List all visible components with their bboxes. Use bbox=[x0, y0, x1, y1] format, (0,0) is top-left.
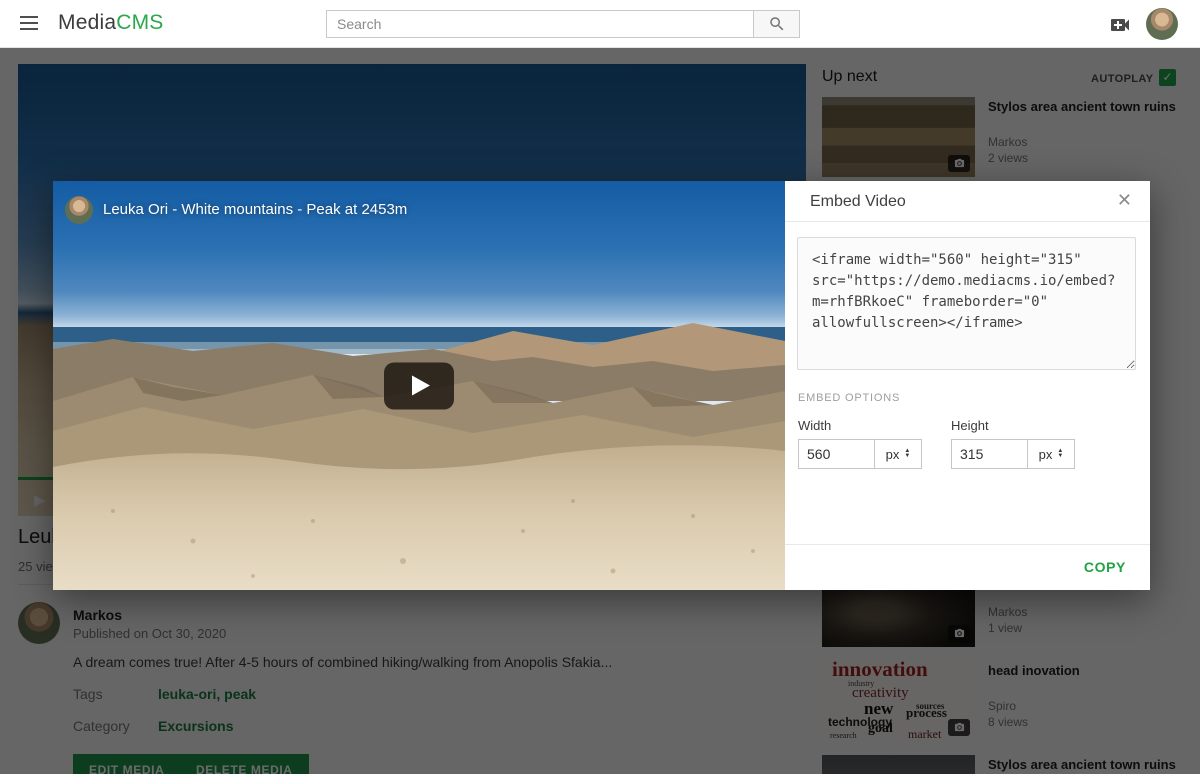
top-header: MediaCMS bbox=[0, 0, 1200, 48]
preview-author-avatar bbox=[65, 196, 93, 224]
logo-cms: CMS bbox=[116, 11, 163, 34]
width-unit-value: px bbox=[886, 447, 900, 462]
user-avatar[interactable] bbox=[1146, 8, 1178, 40]
spinner-arrows-icon: ▲▼ bbox=[1057, 449, 1063, 459]
width-input[interactable] bbox=[798, 439, 876, 469]
height-unit-value: px bbox=[1039, 447, 1053, 462]
copy-button[interactable]: COPY bbox=[1084, 559, 1126, 575]
embed-preview-player[interactable]: Leuka Ori - White mountains - Peak at 24… bbox=[53, 181, 785, 590]
embed-panel: Embed Video ✕ <iframe width="560" height… bbox=[785, 181, 1150, 590]
search-button[interactable] bbox=[753, 10, 800, 38]
logo[interactable]: MediaCMS bbox=[58, 11, 163, 35]
modal-header: Embed Video ✕ bbox=[785, 181, 1150, 222]
width-label: Width bbox=[798, 418, 831, 433]
modal-title: Embed Video bbox=[810, 193, 906, 211]
search-icon bbox=[768, 15, 786, 33]
search-bar bbox=[326, 10, 800, 38]
height-unit-select[interactable]: px ▲▼ bbox=[1027, 439, 1075, 469]
upload-media-button[interactable] bbox=[1108, 13, 1132, 37]
play-icon bbox=[412, 376, 430, 396]
video-upload-icon bbox=[1108, 13, 1132, 37]
preview-play-button[interactable] bbox=[384, 362, 454, 409]
height-label: Height bbox=[951, 418, 989, 433]
search-input[interactable] bbox=[326, 10, 753, 38]
spinner-arrows-icon: ▲▼ bbox=[904, 449, 910, 459]
embed-code-textarea[interactable]: <iframe width="560" height="315" src="ht… bbox=[797, 237, 1136, 370]
preview-video-title: Leuka Ori - White mountains - Peak at 24… bbox=[103, 201, 407, 218]
menu-icon[interactable] bbox=[20, 16, 38, 30]
embed-options-label: EMBED OPTIONS bbox=[798, 392, 900, 404]
height-input[interactable] bbox=[951, 439, 1029, 469]
embed-video-modal: Leuka Ori - White mountains - Peak at 24… bbox=[53, 181, 1150, 590]
logo-media: Media bbox=[58, 11, 116, 34]
modal-footer: COPY bbox=[785, 544, 1150, 590]
page: MediaCMS ▶ Leuka Ori - White mountains -… bbox=[0, 0, 1200, 774]
width-unit-select[interactable]: px ▲▼ bbox=[874, 439, 922, 469]
close-icon[interactable]: ✕ bbox=[1117, 190, 1132, 211]
